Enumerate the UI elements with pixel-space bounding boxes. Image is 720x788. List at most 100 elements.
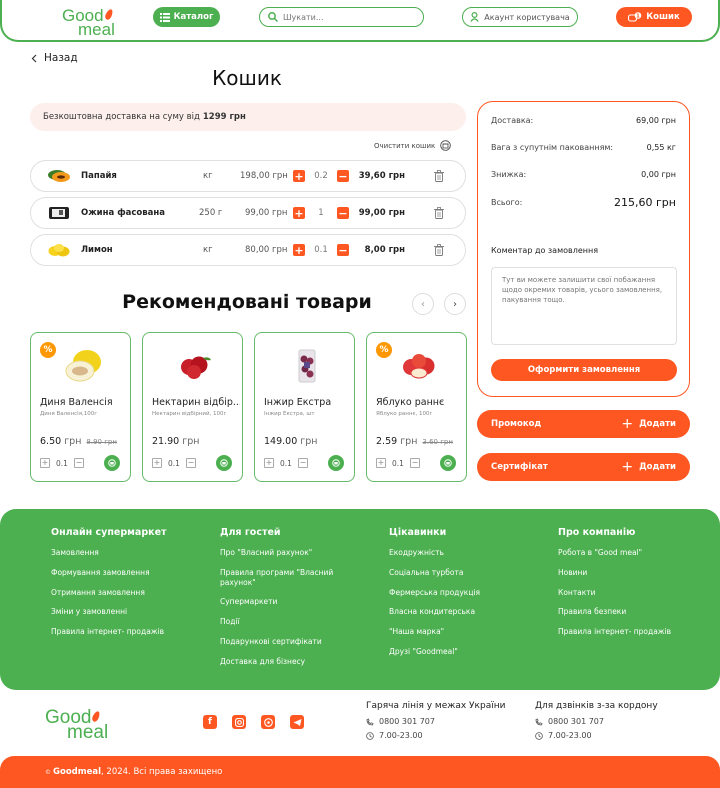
- increase-qty-button[interactable]: +: [293, 207, 305, 219]
- decrease-qty-button[interactable]: −: [410, 458, 420, 468]
- footer-link[interactable]: Замовлення: [51, 548, 201, 558]
- footer-link[interactable]: Про "Власний рахунок": [220, 548, 345, 558]
- clear-cart-label: Очистити кошик: [374, 141, 436, 150]
- product-card[interactable]: Інжир Екстра Інжир Екстра, шт 149.00 грн…: [254, 332, 355, 482]
- product-qty[interactable]: 0.1: [280, 459, 292, 468]
- item-price: 80,00 грн: [245, 245, 288, 255]
- back-link[interactable]: Назад: [31, 52, 78, 64]
- certificate-label: Сертифікат: [491, 462, 548, 472]
- cart-label: Кошик: [646, 12, 680, 22]
- footer-link[interactable]: Фермерська продукція: [389, 588, 539, 598]
- increase-qty-button[interactable]: +: [152, 458, 162, 468]
- fig-pack-image: [298, 349, 316, 383]
- product-qty[interactable]: 0.1: [56, 459, 68, 468]
- increase-qty-button[interactable]: +: [293, 170, 305, 182]
- search-bar[interactable]: [259, 7, 424, 27]
- footer-link[interactable]: Екодружність: [389, 548, 539, 558]
- facebook-icon[interactable]: f: [203, 715, 217, 729]
- certificate-button[interactable]: Сертифікат + Додати: [477, 453, 690, 481]
- footer-link[interactable]: Новини: [558, 568, 708, 578]
- footer-link[interactable]: Зміни у замовленні: [51, 607, 201, 617]
- footer-link[interactable]: Правила безпеки: [558, 607, 708, 617]
- decrease-qty-button[interactable]: −: [298, 458, 308, 468]
- checkout-button[interactable]: Оформити замовлення: [491, 359, 677, 381]
- carrot-icon: [103, 8, 114, 21]
- footer-link[interactable]: Формування замовлення: [51, 568, 201, 578]
- footer-link[interactable]: Контакти: [558, 588, 708, 598]
- decrease-qty-button[interactable]: −: [186, 458, 196, 468]
- footer-link[interactable]: Робота в "Good meal": [558, 548, 708, 558]
- footer-link[interactable]: Правила програми "Власний рахунок": [220, 568, 345, 588]
- footer-column-company: Про компанію Робота в "Good meal" Новини…: [558, 527, 708, 647]
- footer-link[interactable]: Отримання замовлення: [51, 588, 201, 598]
- hotline-title: Гаряча лінія у межах України: [366, 701, 506, 711]
- add-to-cart-button[interactable]: [440, 455, 456, 471]
- item-qty[interactable]: 1: [311, 208, 331, 218]
- footer-link[interactable]: Доставка для бізнесу: [220, 657, 345, 667]
- product-card[interactable]: % Яблуко раннє Яблуко раннє, 100г 2.59 г…: [366, 332, 467, 482]
- user-icon: [470, 12, 479, 22]
- add-to-cart-button[interactable]: [216, 455, 232, 471]
- trash-icon[interactable]: [434, 244, 444, 256]
- add-certificate[interactable]: + Додати: [621, 459, 676, 475]
- instagram-icon[interactable]: [232, 715, 246, 729]
- cart-icon: 1: [628, 12, 642, 22]
- product-qty[interactable]: 0.1: [392, 459, 404, 468]
- logo[interactable]: Good meal: [62, 7, 115, 37]
- decrease-qty-button[interactable]: −: [337, 207, 349, 219]
- footer-link[interactable]: Правила інтернет- продажів: [558, 627, 708, 637]
- comment-textarea[interactable]: [491, 267, 677, 345]
- footer-link[interactable]: "Наша марка": [389, 627, 539, 637]
- hotline-phone[interactable]: 0800 301 707: [366, 717, 505, 726]
- telegram-icon[interactable]: [290, 715, 304, 729]
- footer-logo[interactable]: Good meal: [45, 708, 108, 742]
- trash-icon[interactable]: [434, 207, 444, 219]
- add-to-cart-button[interactable]: [104, 455, 120, 471]
- clear-cart-button[interactable]: Очистити кошик: [374, 140, 451, 151]
- product-card[interactable]: Нектарин відбір... Нектарин відбірний, 1…: [142, 332, 243, 482]
- cart-count-badge: 1: [636, 14, 640, 20]
- footer-link[interactable]: Події: [220, 617, 345, 627]
- decrease-qty-button[interactable]: −: [74, 458, 84, 468]
- search-input[interactable]: [283, 12, 403, 22]
- footer-link[interactable]: Соціальна турбота: [389, 568, 539, 578]
- plus-icon: +: [621, 416, 634, 432]
- footer-link[interactable]: Друзі "Goodmeal": [389, 647, 539, 657]
- phone-icon: [535, 717, 543, 725]
- free-delivery-banner: Безкоштовна доставка на суму від 1299 гр…: [30, 103, 466, 131]
- increase-qty-button[interactable]: +: [40, 458, 50, 468]
- decrease-qty-button[interactable]: −: [337, 244, 349, 256]
- product-price: 21.90 грн: [152, 436, 199, 447]
- catalog-button[interactable]: Каталог: [153, 7, 220, 27]
- add-promo[interactable]: + Додати: [621, 416, 676, 432]
- trash-icon[interactable]: [434, 170, 444, 182]
- old-price: 3.60 грн: [422, 438, 453, 446]
- footer-link[interactable]: Супермаркети: [220, 597, 345, 607]
- footer-link[interactable]: Власна кондитерська: [389, 607, 539, 617]
- viber-icon[interactable]: [261, 715, 275, 729]
- product-price: 149.00 грн: [264, 436, 318, 447]
- carousel-next-button[interactable]: ›: [444, 293, 466, 315]
- carousel-prev-button[interactable]: ‹: [412, 293, 434, 315]
- increase-qty-button[interactable]: +: [376, 458, 386, 468]
- product-qty[interactable]: 0.1: [168, 459, 180, 468]
- intl-phone[interactable]: 0800 301 707: [535, 717, 658, 726]
- product-desc: Яблуко раннє, 100г: [376, 411, 433, 417]
- item-unit: кг: [203, 171, 213, 181]
- increase-qty-button[interactable]: +: [293, 244, 305, 256]
- footer-link[interactable]: Подарункові сертифікати: [220, 637, 345, 647]
- decrease-qty-button[interactable]: −: [337, 170, 349, 182]
- add-to-cart-button[interactable]: [328, 455, 344, 471]
- cart-row: Папайя кг 198,00 грн + 0.2 − 39,60 грн: [30, 160, 466, 192]
- footer-link[interactable]: Правила інтернет- продажів: [51, 627, 201, 637]
- item-total: 99,00 грн: [358, 208, 405, 218]
- promo-code-button[interactable]: Промокод + Додати: [477, 410, 690, 438]
- item-qty[interactable]: 0.1: [311, 245, 331, 255]
- item-qty[interactable]: 0.2: [311, 171, 331, 181]
- cart-button[interactable]: 1 Кошик: [616, 7, 692, 27]
- copyright-brand: Goodmeal: [53, 767, 102, 777]
- increase-qty-button[interactable]: +: [264, 458, 274, 468]
- product-card[interactable]: % Диня Валенсія Диня Валенсія,100г 6.50 …: [30, 332, 131, 482]
- account-button[interactable]: Акаунт користувача: [462, 7, 578, 27]
- price-value: 149.00: [264, 436, 298, 447]
